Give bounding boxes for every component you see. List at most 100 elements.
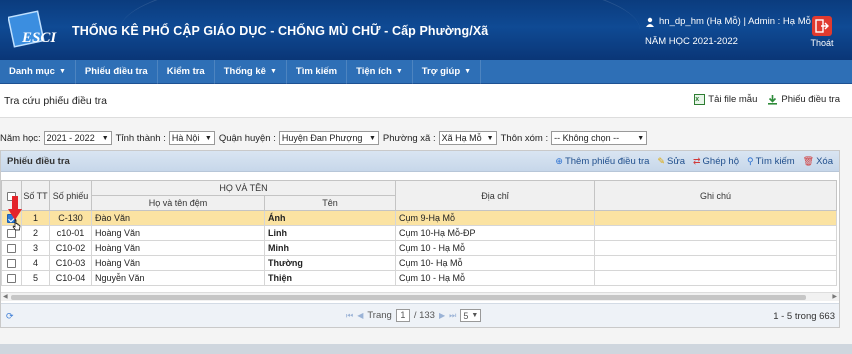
table-row[interactable]: 3 C10-02 Hoàng Văn Minh Cụm 10 - Hạ Mỗ xyxy=(1,240,838,256)
search-button[interactable]: ⚲ Tìm kiếm xyxy=(747,156,795,167)
district-select[interactable]: Huyện Đan Phượng ▼ xyxy=(278,131,379,145)
col-dia-chi[interactable]: Địa chỉ xyxy=(395,180,596,211)
scroll-right-icon[interactable]: ▶ xyxy=(832,293,837,300)
table-row[interactable]: 1 C-130 Đào Văn Ánh Cụm 9-Hạ Mỗ xyxy=(1,210,838,226)
cell-so-phieu[interactable]: C10-04 xyxy=(49,270,92,286)
user-label: hn_dp_hm (Hạ Mỗ) | Admin : Hạ Mỗ xyxy=(659,16,811,27)
page-title: Tra cứu phiếu điều tra xyxy=(4,95,107,107)
col-ten[interactable]: Tên xyxy=(263,195,397,211)
download-forms-link[interactable]: Phiếu điều tra xyxy=(767,94,840,105)
footer-strip xyxy=(0,344,852,354)
province-select[interactable]: Hà Nội ▼ xyxy=(168,131,215,145)
col-ho-dem[interactable]: Họ và tên đệm xyxy=(91,195,265,211)
menu-thong-ke[interactable]: Thống kê ▼ xyxy=(215,59,287,84)
cell-dia-chi[interactable]: Cụm 10 - Hạ Mỗ xyxy=(395,240,596,256)
next-page-icon[interactable]: ▶ xyxy=(439,311,445,320)
last-page-icon[interactable]: ⏭ xyxy=(449,311,456,321)
cell-ho-dem[interactable]: Hoàng Văn xyxy=(91,225,265,241)
cell-dia-chi[interactable]: Cụm 10- Hạ Mỗ xyxy=(395,255,596,271)
cell-dia-chi[interactable]: Cụm 10-Hạ Mỗ-ĐP xyxy=(395,225,596,241)
download-template-link[interactable]: x Tải file mẫu xyxy=(694,94,757,105)
table-row[interactable]: 5 C10-04 Nguyễn Văn Thiện Cụm 10 - Hạ Mỗ xyxy=(1,270,838,286)
merge-household-button[interactable]: ⇄ Ghép hộ xyxy=(693,156,739,167)
panel-title: Phiếu điều tra xyxy=(7,156,70,167)
hamlet-select[interactable]: -- Không chọn -- ▼ xyxy=(551,131,648,145)
merge-label: Ghép hộ xyxy=(702,156,739,167)
row-select-cell[interactable] xyxy=(1,255,22,271)
cell-so-phieu[interactable]: C10-03 xyxy=(49,255,92,271)
menu-kiem-tra[interactable]: Kiểm tra xyxy=(158,59,215,84)
menu-phieu-dieu-tra[interactable]: Phiếu điều tra xyxy=(76,59,158,84)
cell-so-phieu[interactable]: C10-02 xyxy=(49,240,92,256)
menu-tro-giup[interactable]: Trợ giúp ▼ xyxy=(413,59,482,84)
province-value: Hà Nội xyxy=(171,133,200,143)
table-row[interactable]: 2 c10-01 Hoàng Văn Linh Cụm 10-Hạ Mỗ-ĐP xyxy=(1,225,838,241)
scroll-left-icon[interactable]: ◀ xyxy=(3,293,8,300)
cell-stt[interactable]: 5 xyxy=(21,270,50,286)
menu-label: Phiếu điều tra xyxy=(84,66,148,77)
page-size-select[interactable]: 5 ▼ xyxy=(460,309,482,322)
logout-button[interactable]: Thoát xyxy=(808,16,836,48)
cell-ghi-chu[interactable] xyxy=(594,210,838,226)
ward-select[interactable]: Xã Hạ Mỗ ▼ xyxy=(438,131,497,145)
cell-ghi-chu[interactable] xyxy=(594,270,838,286)
cell-stt[interactable]: 1 xyxy=(21,210,50,226)
district-value: Huyện Đan Phượng xyxy=(281,133,363,143)
table-row[interactable]: 4 C10-03 Hoàng Văn Thường Cụm 10- Hạ Mỗ xyxy=(1,255,838,271)
row-checkbox[interactable] xyxy=(7,259,16,269)
year-label: Năm học: xyxy=(0,132,41,144)
row-select-cell[interactable] xyxy=(1,270,22,286)
cell-ten[interactable]: Linh xyxy=(263,225,397,241)
cell-stt[interactable]: 4 xyxy=(21,255,50,271)
cell-stt[interactable]: 2 xyxy=(21,225,50,241)
cell-ghi-chu[interactable] xyxy=(594,255,838,271)
menu-label: Tiện ích xyxy=(356,66,392,77)
scrollbar-thumb[interactable] xyxy=(11,295,806,300)
year-select[interactable]: 2021 - 2022 ▼ xyxy=(43,131,112,145)
menu-tien-ich[interactable]: Tiện ích ▼ xyxy=(347,59,413,84)
cell-ten[interactable]: Minh xyxy=(263,240,397,256)
col-so-phieu[interactable]: Số phiếu xyxy=(49,180,92,211)
hamlet-value: -- Không chọn -- xyxy=(554,133,620,143)
logout-icon xyxy=(812,16,832,36)
add-survey-button[interactable]: ⊕ Thêm phiếu điều tra xyxy=(555,156,649,167)
menu-label: Trợ giúp xyxy=(421,66,461,77)
district-label: Quận huyện : xyxy=(218,132,276,144)
page-navigation: ⏮ ◀ Trang 1 / 133 ▶ ⏭ 5 ▼ xyxy=(346,309,482,322)
cell-ho-dem[interactable]: Đào Văn xyxy=(91,210,265,226)
total-pages: / 133 xyxy=(413,310,435,321)
col-ghi-chu[interactable]: Ghi chú xyxy=(594,180,838,211)
cell-ghi-chu[interactable] xyxy=(594,240,838,256)
row-checkbox[interactable] xyxy=(7,274,16,284)
cell-so-phieu[interactable]: C-130 xyxy=(49,210,92,226)
menu-tim-kiem[interactable]: Tìm kiếm xyxy=(287,59,348,84)
cell-ten[interactable]: Ánh xyxy=(263,210,397,226)
cell-dia-chi[interactable]: Cụm 9-Hạ Mỗ xyxy=(395,210,596,226)
edit-label: Sửa xyxy=(667,156,685,167)
cell-ho-dem[interactable]: Hoàng Văn xyxy=(91,255,265,271)
cell-ghi-chu[interactable] xyxy=(594,225,838,241)
cell-ho-dem[interactable]: Hoàng Văn xyxy=(91,240,265,256)
cell-ho-dem[interactable]: Nguyễn Văn xyxy=(91,270,265,286)
page-size-value: 5 xyxy=(463,310,469,321)
row-checkbox[interactable] xyxy=(7,244,16,254)
cell-dia-chi[interactable]: Cụm 10 - Hạ Mỗ xyxy=(395,270,596,286)
delete-button[interactable]: 🗑 Xóa xyxy=(803,156,833,167)
horizontal-scrollbar[interactable]: ◀ ▶ xyxy=(1,292,839,301)
user-info[interactable]: hn_dp_hm (Hạ Mỗ) | Admin : Hạ Mỗ xyxy=(645,16,811,27)
col-stt[interactable]: Số TT xyxy=(21,180,50,211)
app-title: THỐNG KÊ PHỔ CẬP GIÁO DỤC - CHỐNG MÙ CHỮ… xyxy=(72,24,489,38)
refresh-icon[interactable]: ⟳ xyxy=(6,311,14,322)
cell-stt[interactable]: 3 xyxy=(21,240,50,256)
row-select-cell[interactable] xyxy=(1,240,22,256)
first-page-icon[interactable]: ⏮ xyxy=(346,311,353,321)
prev-page-icon[interactable]: ◀ xyxy=(357,311,363,320)
caret-down-icon: ▼ xyxy=(395,68,403,75)
cell-so-phieu[interactable]: c10-01 xyxy=(49,225,92,241)
page-input[interactable]: 1 xyxy=(395,309,410,322)
cell-ten[interactable]: Thiện xyxy=(263,270,397,286)
edit-button[interactable]: ✎ Sửa xyxy=(657,156,685,167)
cell-ten[interactable]: Thường xyxy=(263,255,397,271)
menu-danh-muc[interactable]: Danh mục ▼ xyxy=(0,59,76,84)
red-arrow-annotation xyxy=(8,196,22,220)
